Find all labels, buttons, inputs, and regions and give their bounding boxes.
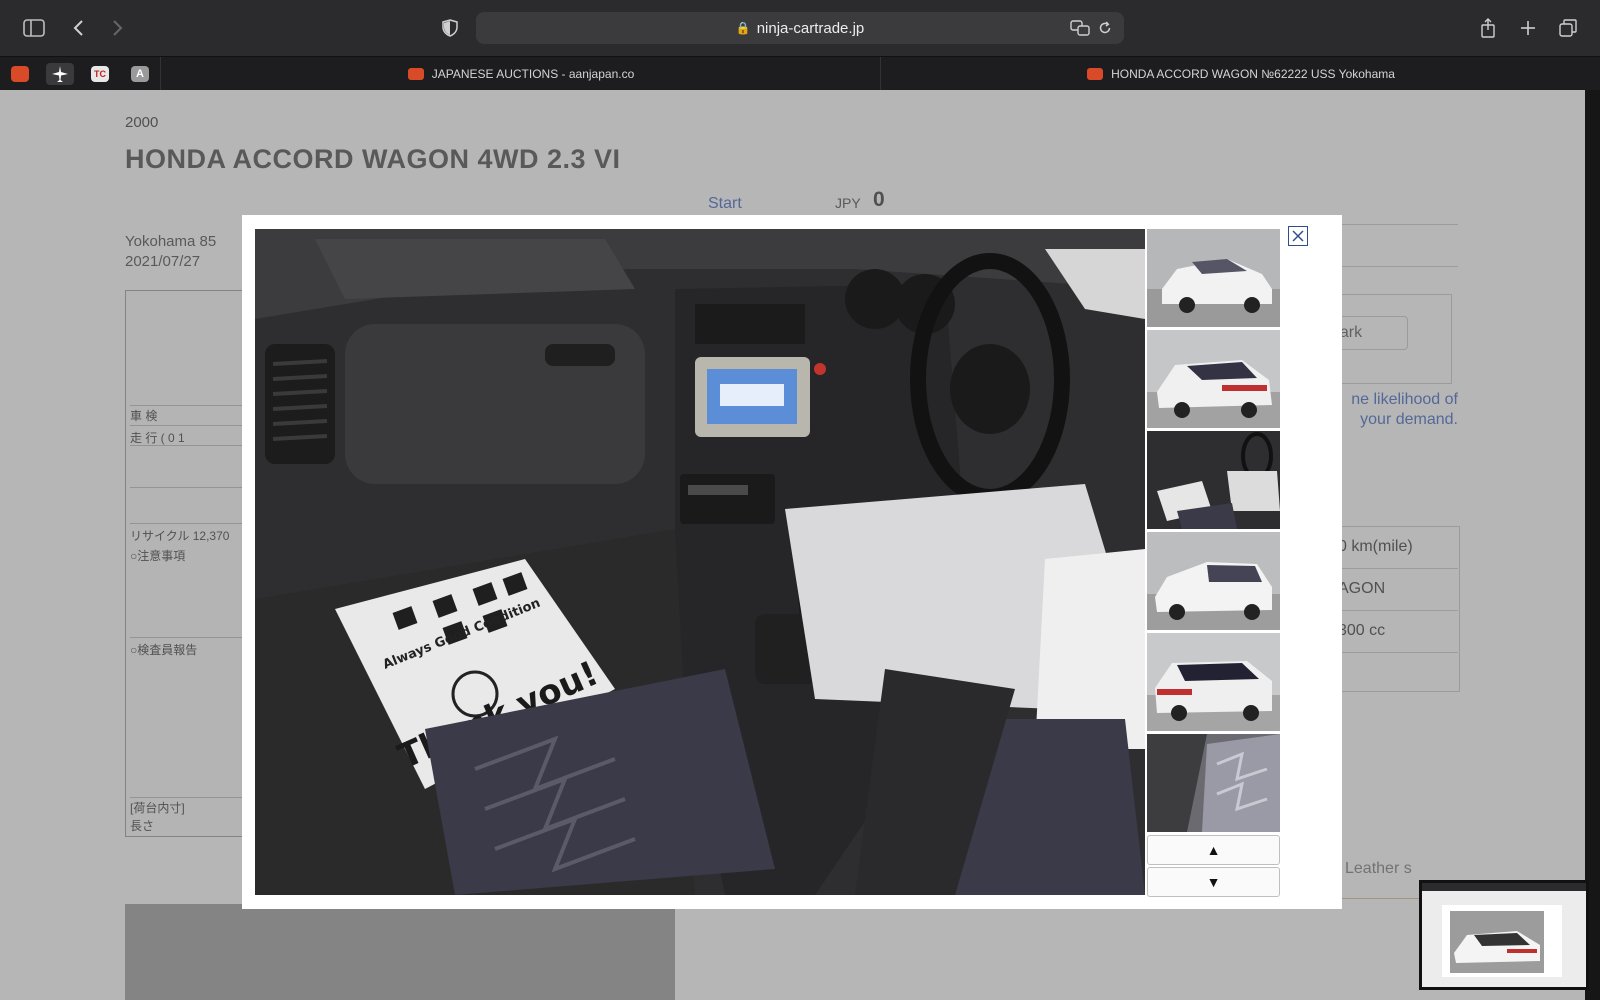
reload-icon[interactable] <box>1098 12 1112 44</box>
tab-overview-icon[interactable] <box>1554 14 1582 42</box>
thumbnail-rear-exterior[interactable] <box>1147 330 1280 428</box>
thumbnail-front-left-exterior[interactable] <box>1147 532 1280 630</box>
address-bar[interactable]: 🔒 ninja-cartrade.jp <box>476 12 1124 44</box>
tab-title: JAPANESE AUCTIONS - aanjapan.co <box>431 67 635 81</box>
thumbnail-rear-seats[interactable] <box>1147 734 1280 832</box>
browser-toolbar: 🔒 ninja-cartrade.jp <box>0 0 1600 56</box>
new-tab-icon[interactable] <box>1514 14 1542 42</box>
pinned-tab-a[interactable]: A <box>126 63 154 85</box>
auction-favicon-icon <box>11 66 29 82</box>
main-photo-interior[interactable]: Always Good Condition Thank you! <box>255 229 1145 895</box>
screenshot-preview[interactable] <box>1419 880 1589 990</box>
share-icon[interactable] <box>1474 14 1502 42</box>
thumbnail-strip: ▲ ▼ <box>1147 229 1280 897</box>
translate-icon[interactable] <box>1070 12 1090 44</box>
pinned-tab-airplane[interactable] <box>46 63 74 85</box>
tab-honda-accord[interactable]: HONDA ACCORD WAGON №62222 USS Yokohama <box>880 57 1600 91</box>
tab-japanese-auctions[interactable]: JAPANESE AUCTIONS - aanjapan.co <box>160 57 881 91</box>
forward-icon[interactable] <box>104 14 132 42</box>
pinned-tab-auction[interactable] <box>6 63 34 85</box>
tab-strip: TC A JAPANESE AUCTIONS - aanjapan.co HON… <box>0 56 1600 91</box>
thumbnail-scroll-up-button[interactable]: ▲ <box>1147 835 1280 865</box>
thumbnail-rear-left-exterior[interactable] <box>1147 633 1280 731</box>
airplane-icon <box>52 66 68 82</box>
back-icon[interactable] <box>64 14 92 42</box>
tab-favicon-icon <box>1087 68 1104 80</box>
sidebar-toggle-icon[interactable] <box>20 14 48 42</box>
lock-icon: 🔒 <box>735 21 751 35</box>
privacy-shield-icon[interactable] <box>436 14 464 42</box>
tab-favicon-icon <box>407 68 424 80</box>
tab-title: HONDA ACCORD WAGON №62222 USS Yokohama <box>1111 67 1395 81</box>
thumbnail-scroll-down-button[interactable]: ▼ <box>1147 867 1280 897</box>
close-icon[interactable] <box>1288 226 1308 246</box>
photo-lightbox: Always Good Condition Thank you! <box>242 215 1342 909</box>
tc-favicon-icon: TC <box>91 66 109 82</box>
thumbnail-interior-dashboard[interactable] <box>1147 431 1280 529</box>
window-edge <box>1585 90 1600 1000</box>
thumbnail-front-exterior[interactable] <box>1147 229 1280 327</box>
url-text: ninja-cartrade.jp <box>756 19 865 37</box>
pinned-tab-tc[interactable]: TC <box>86 63 114 85</box>
a-favicon-icon: A <box>131 66 149 82</box>
